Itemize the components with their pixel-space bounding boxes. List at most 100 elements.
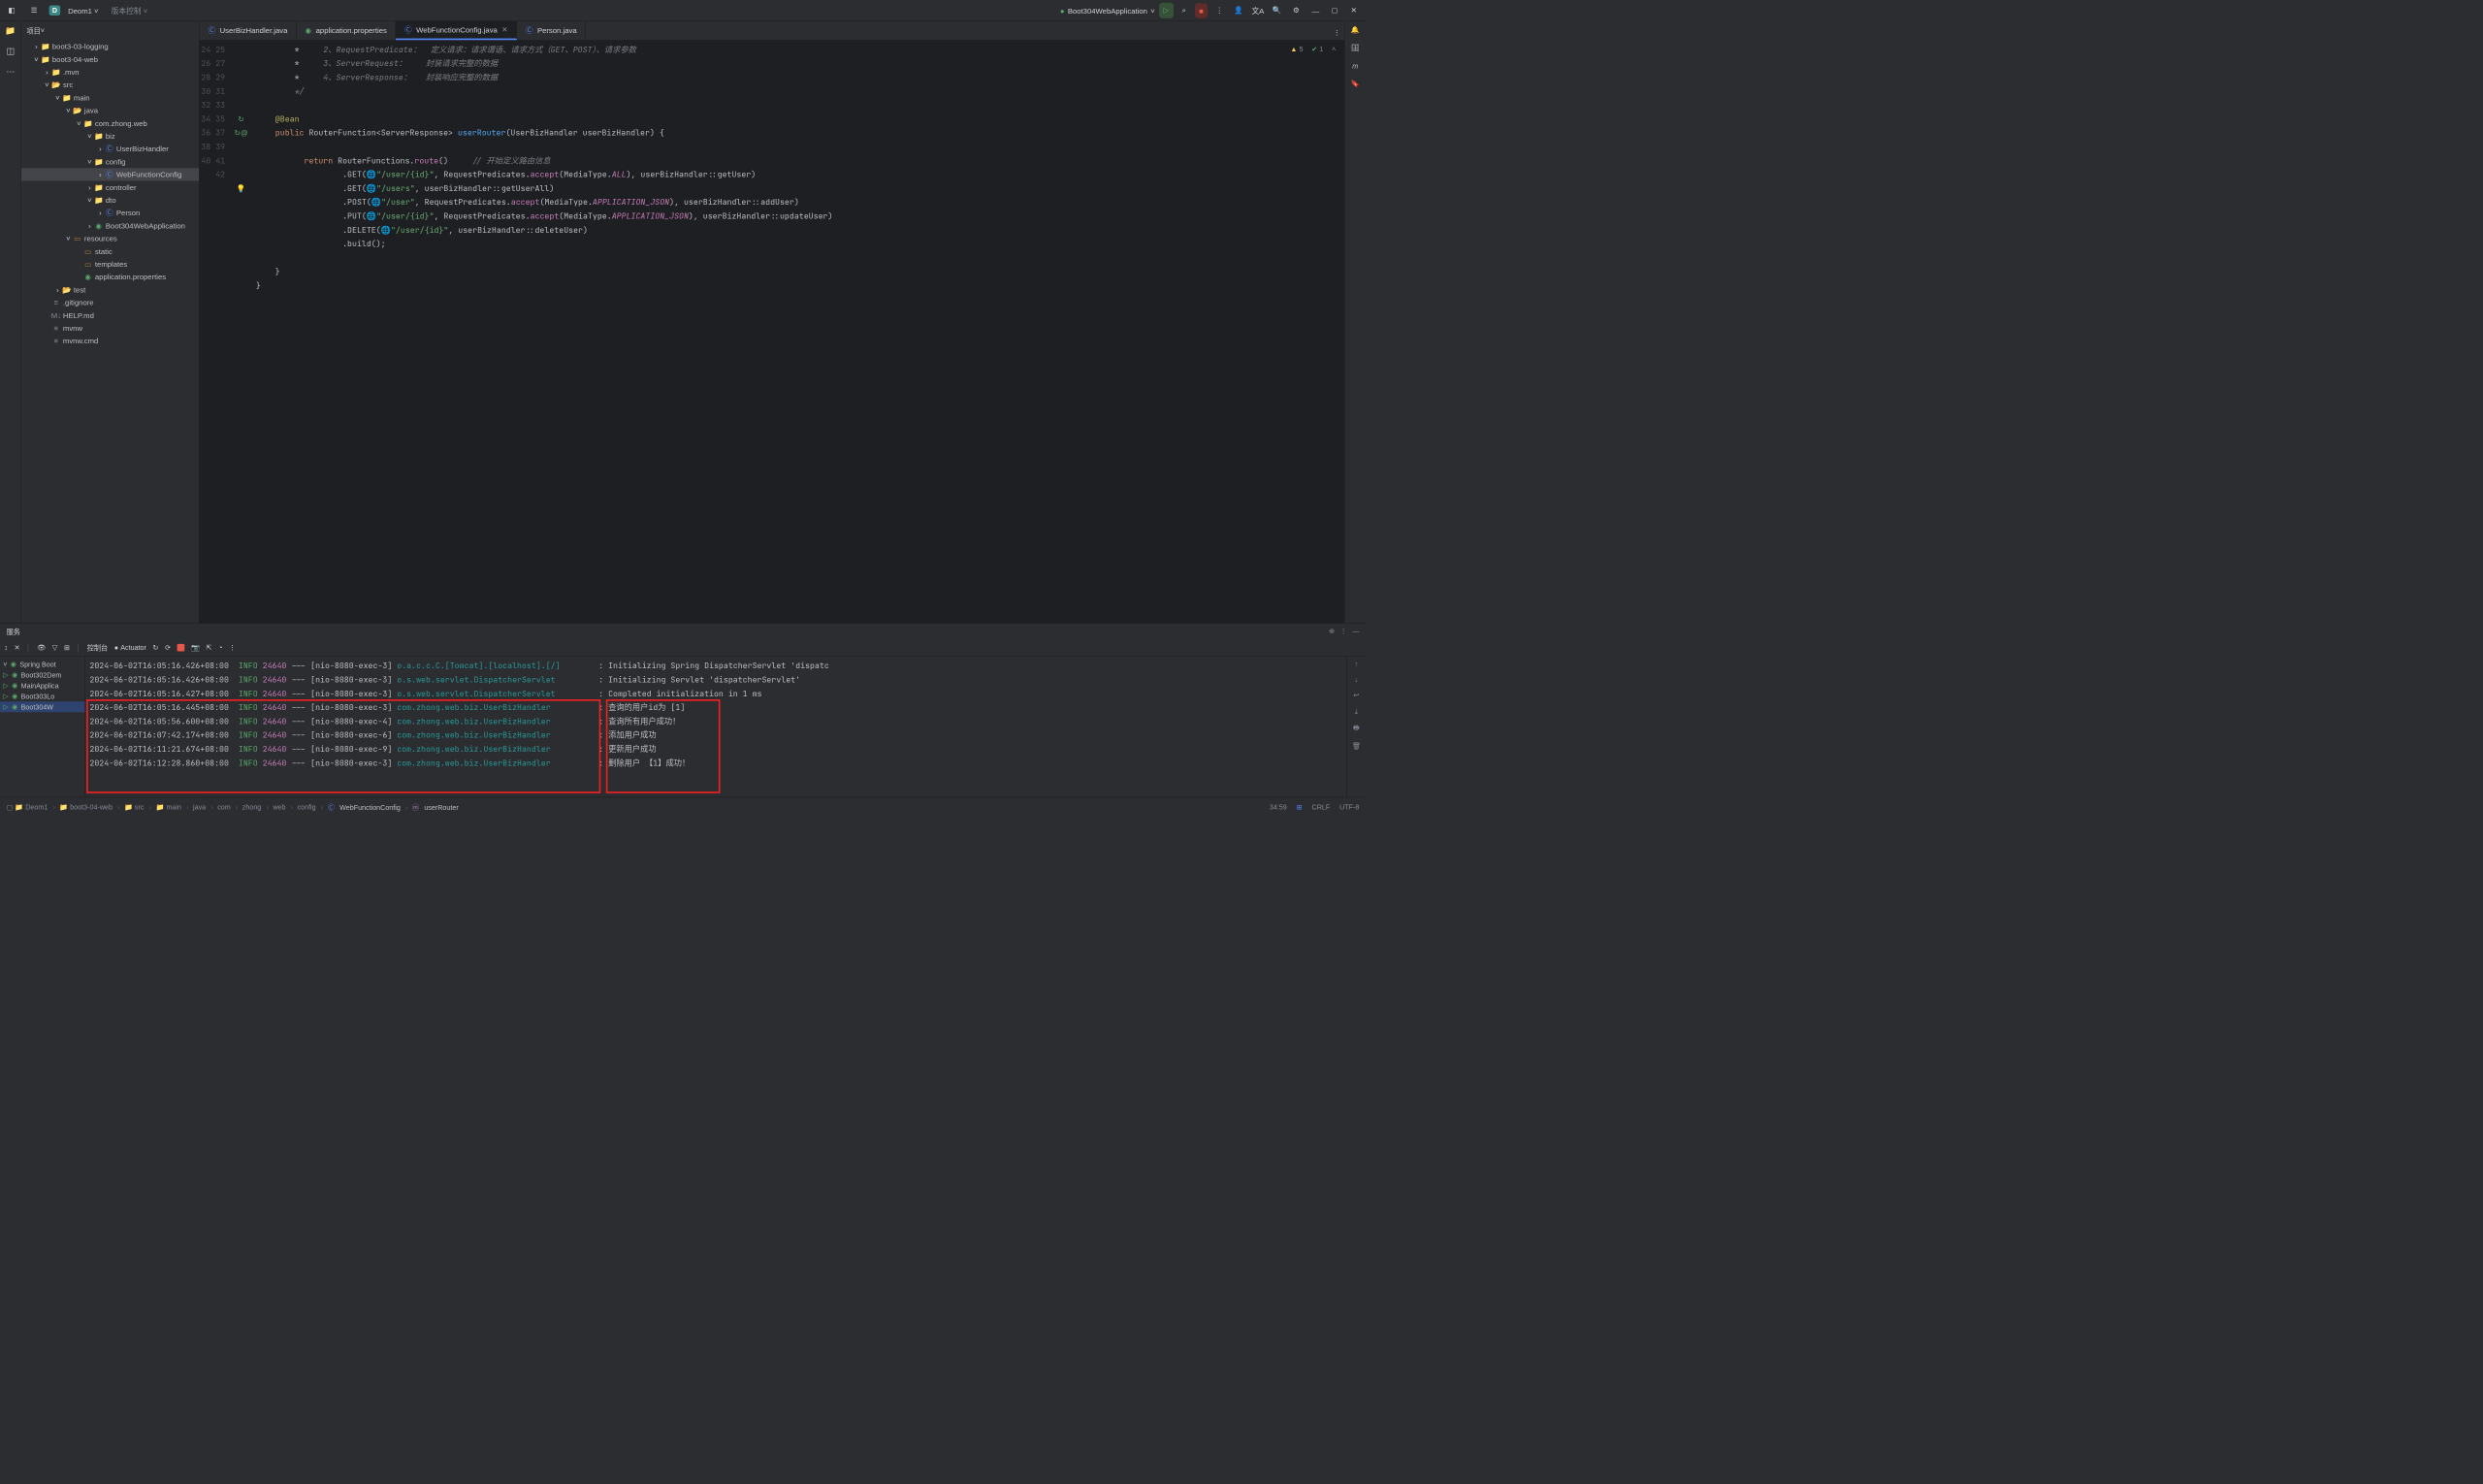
editor-tab[interactable]: ⒸWebFunctionConfig.java✕ — [396, 20, 517, 40]
export-icon[interactable]: ⇱ — [207, 643, 212, 652]
tree-item[interactable]: ˅📁biz — [21, 130, 199, 143]
editor-tab[interactable]: ⒸPerson.java — [517, 20, 586, 40]
tree-item[interactable]: ◉application.properties — [21, 271, 199, 283]
editor-tab[interactable]: ⒸUserBizHandler.java — [200, 20, 297, 40]
tree-item[interactable]: ›ⒸPerson — [21, 207, 199, 219]
tree-item[interactable]: ˅📁com.zhong.web — [21, 116, 199, 129]
translate-icon[interactable]: 文A — [1250, 3, 1265, 17]
search-icon[interactable]: 🔍 — [1270, 3, 1284, 17]
database-icon[interactable]: 🗄 — [1351, 44, 1360, 52]
tree-item[interactable]: M↓HELP.md — [21, 308, 199, 321]
tree-item[interactable]: ≡mvnw — [21, 322, 199, 335]
tree-item[interactable]: ›◉Boot304WebApplication — [21, 219, 199, 232]
maximize-icon[interactable]: ◻ — [1327, 3, 1341, 17]
tree-item[interactable]: ˅📁boot3-04-web — [21, 52, 199, 65]
stop-service-icon[interactable] — [177, 644, 185, 652]
breadcrumb-item[interactable]: ▢ 📁 Deom1 — [7, 802, 55, 811]
add-service-icon[interactable]: ⊕ — [1329, 627, 1335, 635]
project-badge[interactable]: D — [49, 6, 61, 16]
tree-item[interactable]: ›📁boot3-03-logging — [21, 40, 199, 52]
tree-item[interactable]: ≡mvnw.cmd — [21, 335, 199, 347]
close-icon[interactable]: ✕ — [15, 643, 20, 652]
breadcrumb[interactable]: ▢ 📁 Deom1📁 boot3-04-web📁 src📁 mainjavaco… — [7, 802, 462, 812]
maven-icon[interactable]: m — [1352, 62, 1358, 70]
console-tab[interactable]: 控制台 — [87, 642, 108, 652]
tree-item[interactable]: ˅📁main — [21, 91, 199, 104]
service-item[interactable]: ▷◉Boot304W — [0, 701, 84, 712]
settings-icon[interactable]: ⚙ — [1289, 3, 1304, 17]
editor-inspections[interactable]: 5 1 ˄ — [1290, 45, 1336, 53]
profiler-icon[interactable]: ◔ — [218, 643, 222, 651]
intention-bulb-icon[interactable]: 💡 — [232, 181, 251, 195]
project-tool-icon[interactable]: 📁 — [5, 25, 16, 36]
service-item[interactable]: ▷◉Boot303Lo — [0, 691, 84, 701]
view-icon[interactable]: 👁 — [37, 643, 46, 652]
more-tools-icon[interactable]: ⋯ — [6, 66, 15, 77]
tree-item[interactable]: ›ⒸUserBizHandler — [21, 143, 199, 155]
service-item[interactable]: ▷◉Boot302Dem — [0, 669, 84, 680]
clear-icon[interactable]: 🗑 — [1352, 742, 1361, 751]
tree-item[interactable]: ˅📁dto — [21, 194, 199, 207]
stop-button[interactable]: ■ — [1195, 3, 1208, 17]
breadcrumb-item[interactable]: Ⓒ WebFunctionConfig — [328, 802, 408, 812]
inspections-chevron-icon[interactable]: ˄ — [1332, 45, 1336, 53]
bean-icon[interactable]: ↻@ — [232, 126, 251, 140]
filter-icon[interactable]: ▽ — [52, 643, 58, 652]
scroll-down-icon[interactable]: ↓ — [1355, 675, 1359, 683]
tree-item[interactable]: ▭static — [21, 244, 199, 257]
breadcrumb-item[interactable]: ⓜ userRouter — [412, 802, 462, 812]
expand-icon[interactable]: ↕ — [4, 643, 8, 651]
tab-close-icon[interactable]: ✕ — [501, 25, 507, 34]
breadcrumb-item[interactable]: 📁 boot3-04-web — [59, 802, 119, 811]
line-separator[interactable]: CRLF — [1312, 803, 1331, 811]
close-icon[interactable]: ✕ — [1346, 3, 1361, 17]
tree-item[interactable]: ˅📂java — [21, 104, 199, 116]
run-button[interactable]: ▷ — [1159, 3, 1174, 18]
tabs-more-icon[interactable]: ⋮ — [1330, 25, 1344, 40]
tree-item[interactable]: ˅▭resources — [21, 232, 199, 244]
soft-wrap-icon[interactable]: ↩ — [1353, 691, 1359, 699]
services-more-icon[interactable]: ⋮ — [1340, 627, 1347, 635]
scroll-to-end-icon[interactable]: ⤓ — [1355, 707, 1358, 716]
breadcrumb-item[interactable]: com — [217, 803, 238, 811]
breadcrumb-item[interactable]: config — [298, 803, 324, 811]
minimize-icon[interactable]: — — [1308, 3, 1323, 17]
override-icon[interactable]: ↻ — [232, 113, 251, 126]
breadcrumb-item[interactable]: java — [193, 803, 213, 811]
service-item[interactable]: ˅◉Spring Boot — [0, 659, 84, 669]
os-indicator-icon[interactable]: ⊞ — [1297, 802, 1303, 811]
rerun-icon[interactable]: ↻ — [153, 643, 159, 652]
refresh-icon[interactable]: ⟳ — [165, 643, 171, 652]
breadcrumb-item[interactable]: 📁 main — [156, 802, 189, 811]
breadcrumb-item[interactable]: 📁 src — [124, 802, 151, 811]
tree-item[interactable]: ›📂test — [21, 283, 199, 296]
group-icon[interactable]: ⊞ — [64, 643, 70, 652]
editor-tab[interactable]: ◉application.properties — [297, 20, 396, 40]
encoding[interactable]: UTF-8 — [1339, 803, 1359, 811]
debug-button[interactable]: ⌕ — [1177, 3, 1190, 18]
tree-item[interactable]: ›📁.mvn — [21, 66, 199, 79]
services-hide-icon[interactable]: — — [1352, 627, 1359, 635]
breadcrumb-item[interactable]: zhong — [242, 803, 269, 811]
project-name[interactable]: Deom1 ˅ — [68, 6, 98, 15]
main-menu-icon[interactable]: ☰ — [27, 3, 42, 17]
run-configuration-dropdown[interactable]: Boot304WebApplication ˅ — [1060, 6, 1155, 15]
tree-item[interactable]: ˅📂src — [21, 79, 199, 91]
notifications-icon[interactable]: 🔔 — [1351, 25, 1360, 34]
console-output[interactable]: 2024-06-02T16:05:16.426+08:00 INFO 24640… — [85, 657, 1346, 797]
toolbar-more-icon[interactable]: ⋮ — [229, 643, 236, 652]
code-with-me-icon[interactable]: 👤 — [1231, 3, 1245, 17]
caret-position[interactable]: 34:59 — [1270, 803, 1287, 811]
print-icon[interactable]: 🖶 — [1353, 723, 1360, 734]
tree-item[interactable]: ≡.gitignore — [21, 296, 199, 308]
bookmark-icon[interactable]: 🔖 — [1351, 80, 1360, 88]
service-item[interactable]: ▷◉MainApplica — [0, 680, 84, 691]
actuator-tab[interactable]: ● Actuator — [114, 643, 146, 651]
structure-tool-icon[interactable]: ◫ — [7, 46, 15, 56]
tree-item[interactable]: ˅📁config — [21, 155, 199, 168]
breadcrumb-item[interactable]: web — [273, 803, 293, 811]
tree-item[interactable]: ›📁controller — [21, 180, 199, 193]
tree-item[interactable]: ›ⒸWebFunctionConfig — [21, 168, 199, 180]
sidebar-header[interactable]: 项目 ˅ — [21, 21, 199, 40]
services-tree[interactable]: ˅◉Spring Boot▷◉Boot302Dem▷◉MainApplica▷◉… — [0, 657, 85, 797]
